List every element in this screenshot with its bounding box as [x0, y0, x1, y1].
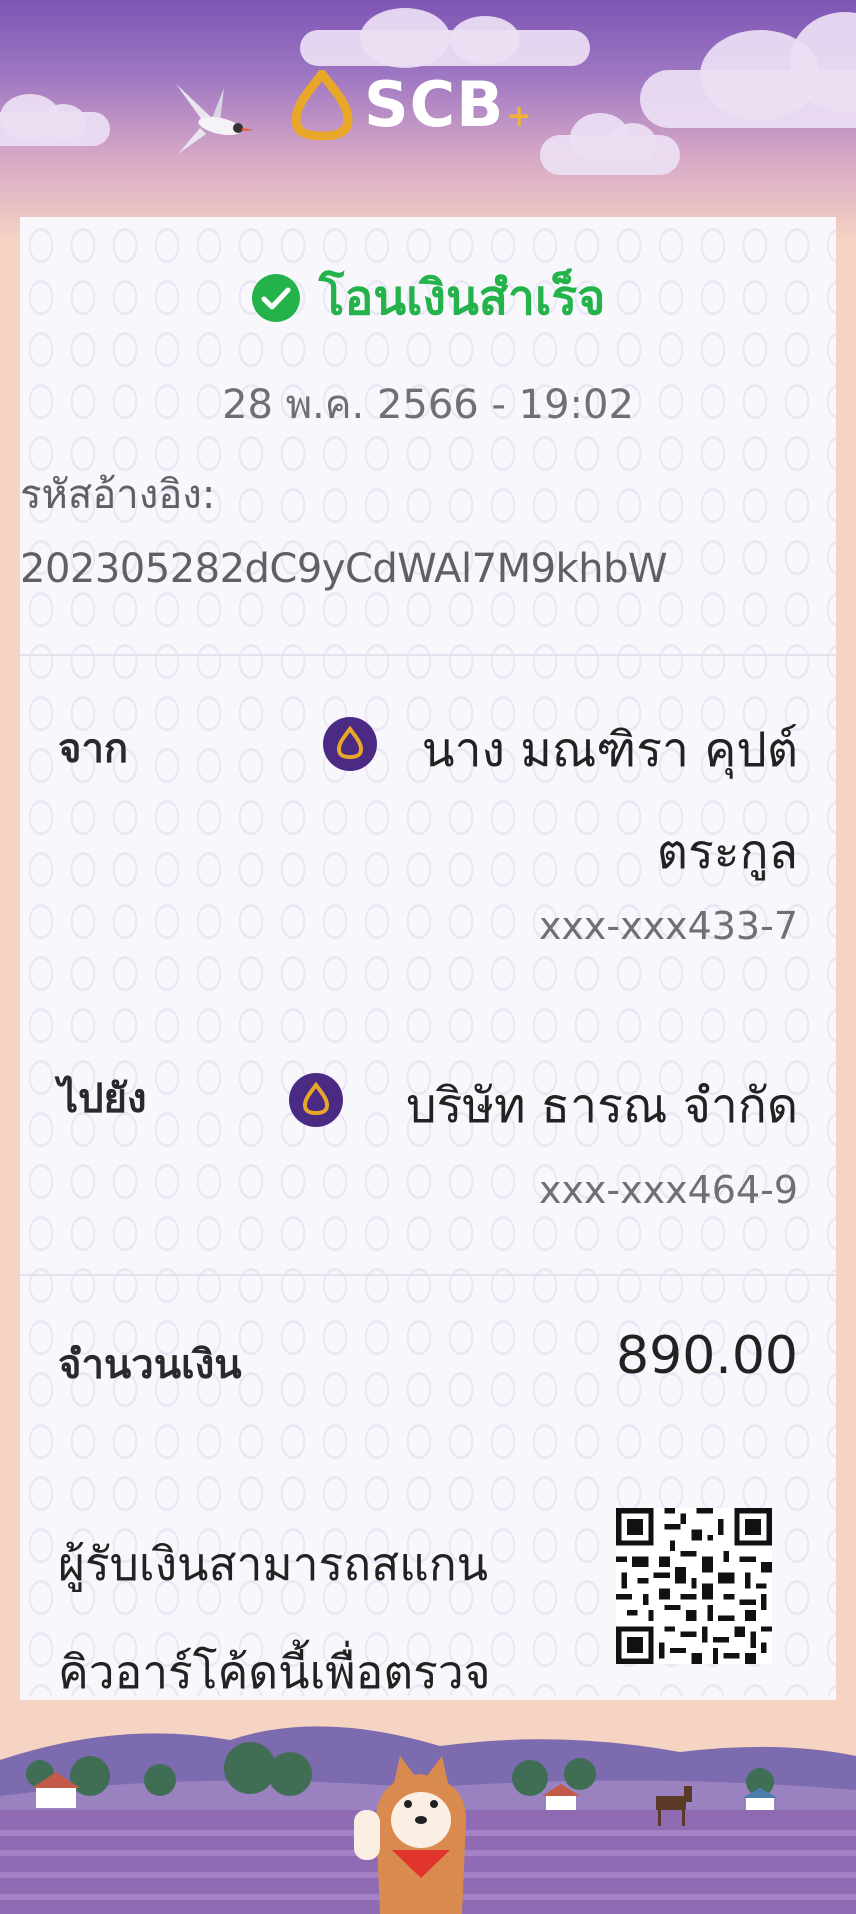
scb-bank-icon	[323, 717, 377, 771]
sender-account: xxx-xxx433-7	[538, 904, 798, 948]
bird-icon	[176, 84, 254, 154]
status-text: โอนเงินสำเร็จ	[318, 270, 606, 326]
header-banner: SCB +	[0, 0, 856, 240]
qr-scan-note: ผู้รับเงินสามารถสแกน คิวอาร์โค้ดนี้เพื่อ…	[58, 1510, 578, 1726]
sender-name-line1: นาง มณฑิรา คุปต์	[421, 722, 798, 778]
cloud-decoration	[540, 113, 680, 175]
reference-label: รหัสอ้างอิง:	[20, 472, 216, 518]
qr-scan-note-line1: ผู้รับเงินสามารถสแกน	[58, 1537, 489, 1591]
lavender-field-illustration	[0, 1700, 856, 1914]
divider	[20, 654, 836, 656]
check-circle-icon	[251, 274, 300, 322]
scb-logo: SCB +	[288, 70, 532, 140]
scb-bank-icon	[289, 1073, 343, 1127]
transaction-datetime: 28 พ.ค. 2566 - 19:02	[222, 382, 634, 428]
receipt-card	[20, 217, 836, 1707]
transfer-status: โอนเงินสำเร็จ	[0, 268, 856, 328]
cloud-decoration	[0, 94, 110, 146]
cloud-decoration	[640, 12, 856, 128]
sender-name-line2: ตระกูล	[656, 824, 798, 880]
recipient-name: บริษัท ธารณ จำกัด	[406, 1078, 798, 1134]
divider	[20, 1274, 836, 1276]
amount-value: 890.00	[616, 1326, 798, 1386]
recipient-account: xxx-xxx464-9	[538, 1168, 798, 1212]
amount-label: จำนวนเงิน	[58, 1342, 242, 1388]
verification-qr-code[interactable]	[616, 1508, 772, 1664]
from-label: จาก	[58, 726, 129, 772]
to-label: ไปยัง	[58, 1076, 147, 1122]
cloud-decoration	[300, 8, 590, 68]
scb-logo-icon	[291, 70, 353, 140]
brand-plus: +	[506, 98, 532, 134]
reference-value: 202305282dC9yCdWAl7M9khbW	[20, 546, 668, 592]
brand-text: SCB	[364, 68, 505, 141]
